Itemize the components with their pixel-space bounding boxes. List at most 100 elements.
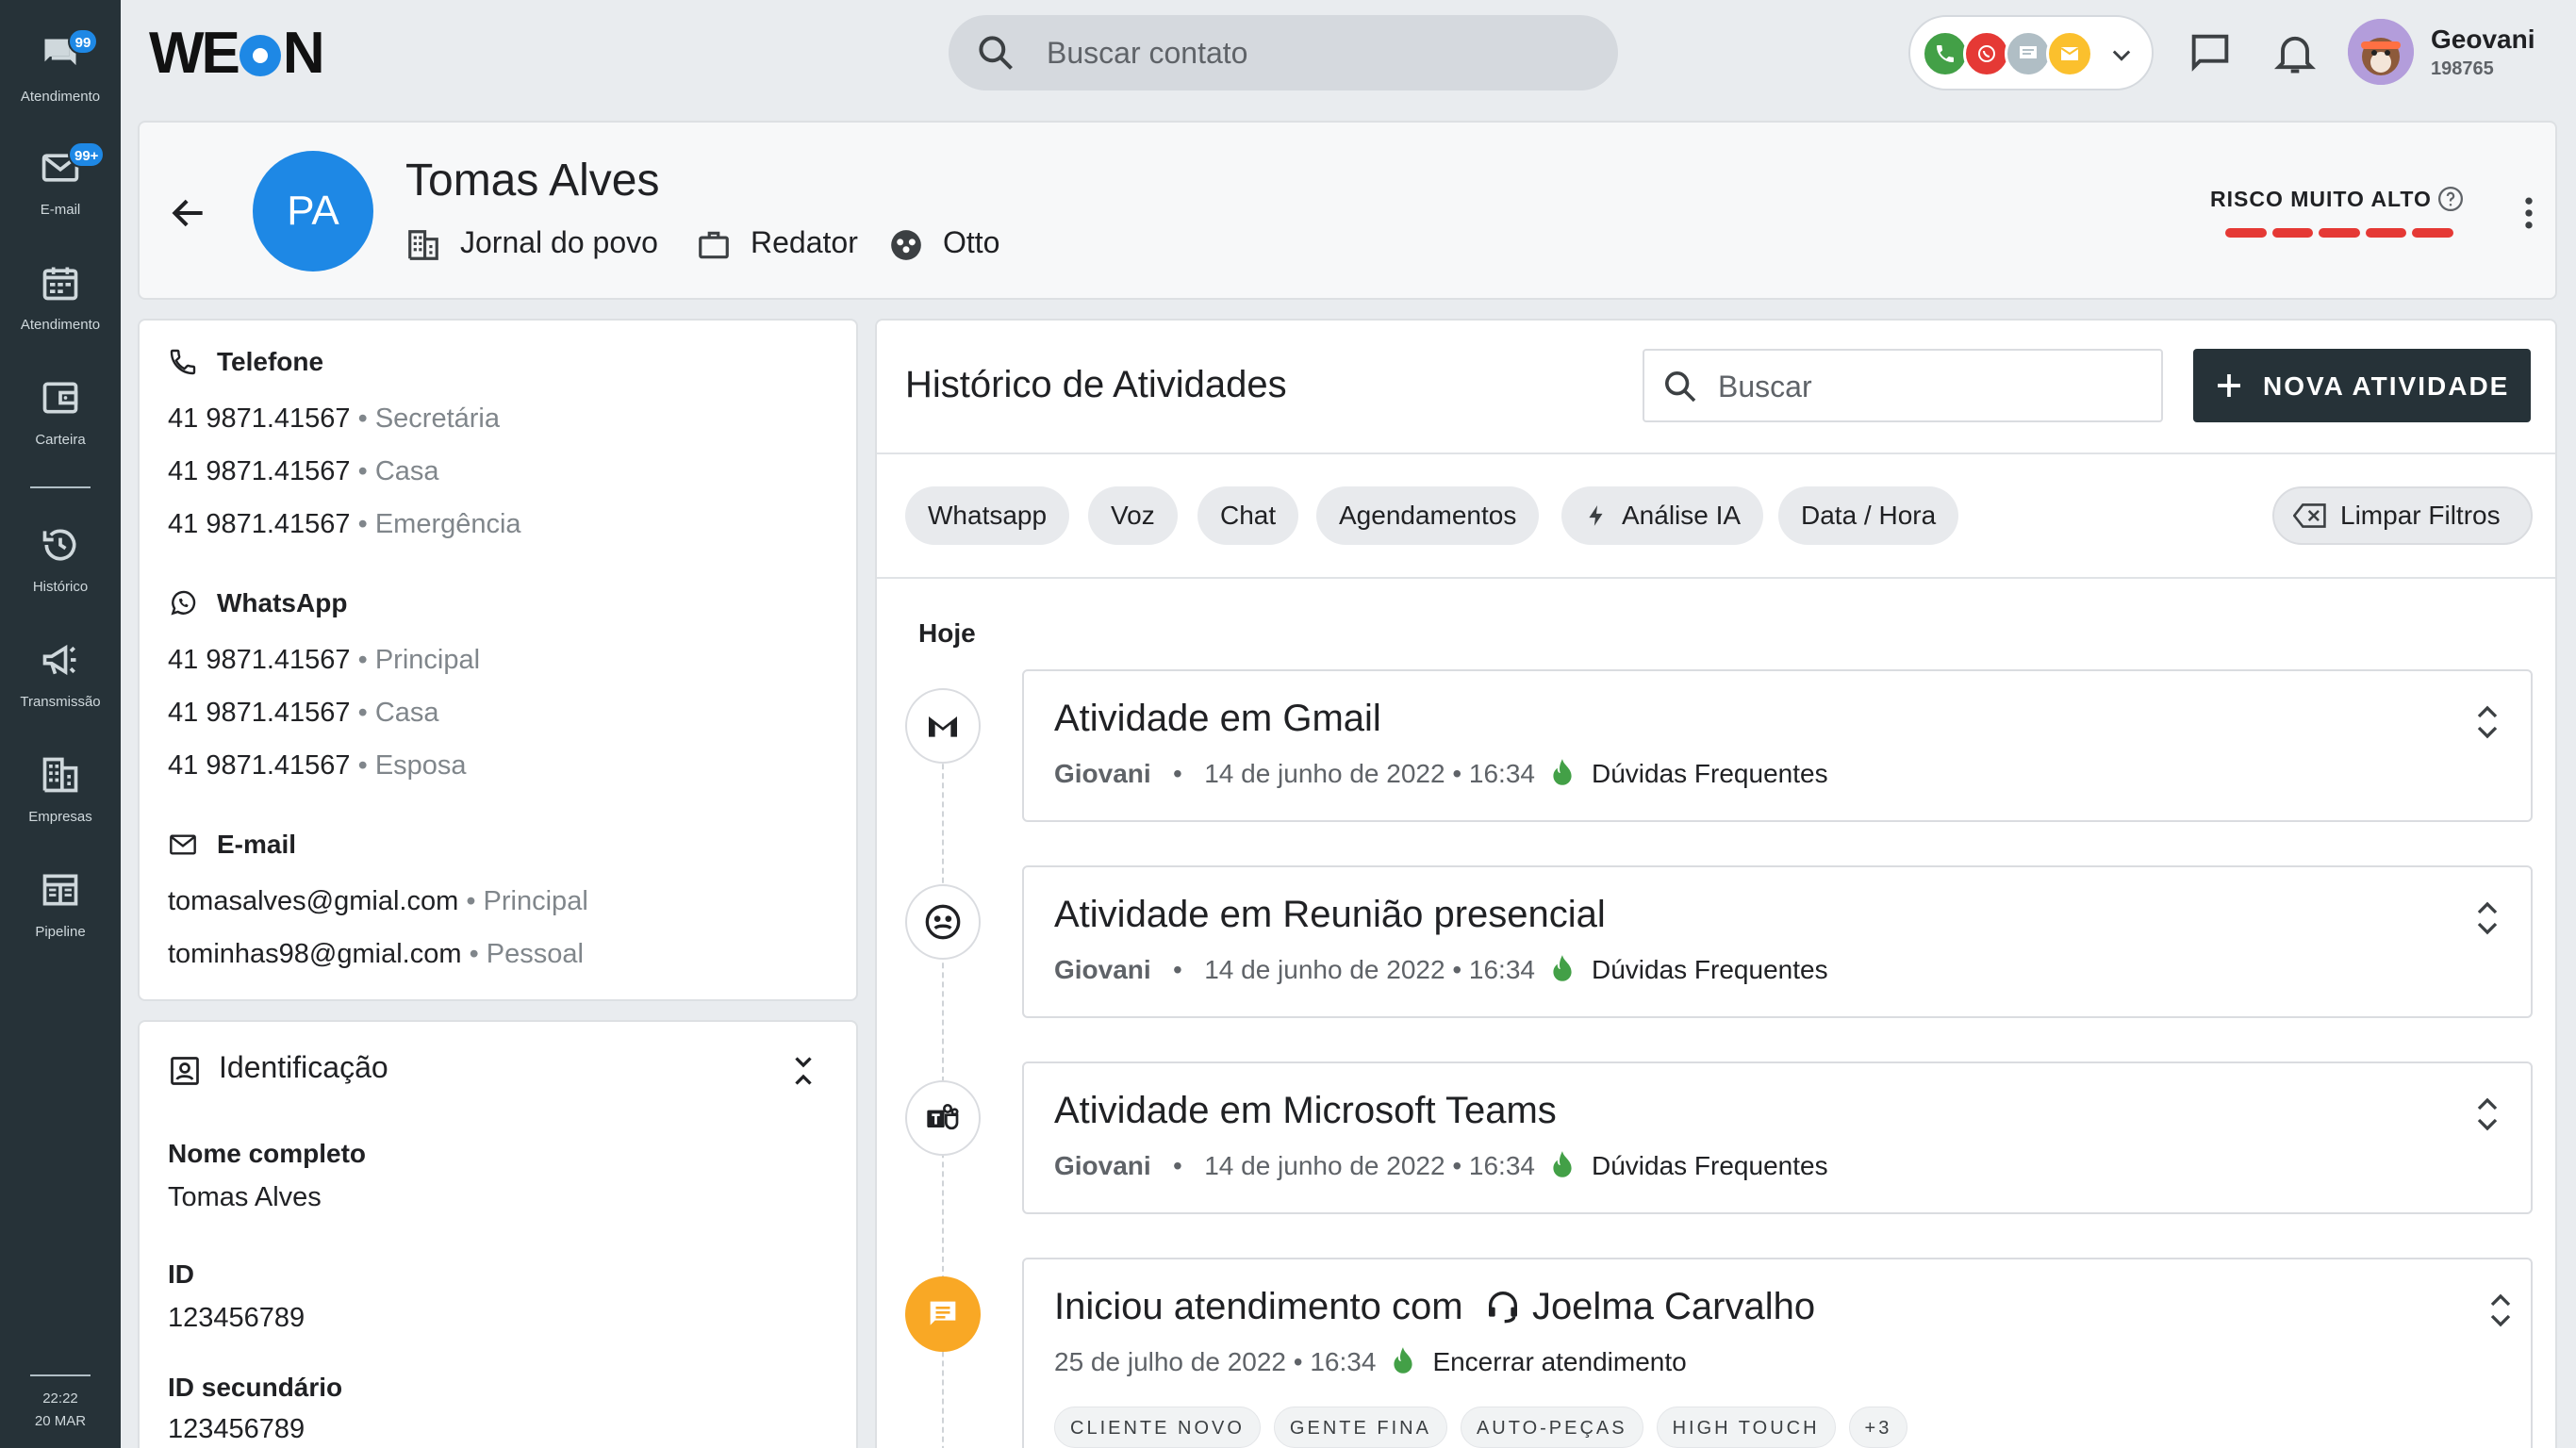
separator-dot: • (350, 698, 375, 728)
sidebar-item-agenda[interactable]: Atendimento (0, 256, 121, 360)
whatsapp-number: 41 9871.41567 (168, 645, 351, 675)
sidebar-item-pipeline[interactable]: Pipeline (0, 864, 121, 967)
activity-tag: Encerrar atendimento (1432, 1347, 1687, 1376)
new-activity-button[interactable]: NOVA ATIVIDADE (2193, 349, 2531, 422)
tag-badge[interactable]: CLIENTE NOVO (1054, 1407, 1261, 1448)
tag-badge[interactable]: HIGH TOUCH (1656, 1407, 1836, 1448)
filter-chip-analise-ia[interactable]: Análise IA (1561, 486, 1764, 545)
risk-segment (2319, 228, 2360, 238)
filter-chip-agendamentos[interactable]: Agendamentos (1316, 486, 1540, 545)
activity-card[interactable]: Atividade em Reunião presencial Giovani … (1022, 865, 2533, 1018)
whatsapp-type: Esposa (374, 750, 467, 781)
email-type: Pessoal (486, 939, 584, 969)
email-row[interactable]: tomasalves@gmial.com • Principal (168, 886, 588, 917)
expand-icon[interactable] (2470, 1094, 2504, 1135)
activity-meta: 25 de julho de 2022 • 16:34 Encerrar aten… (1054, 1346, 1687, 1377)
sidebar-item-email[interactable]: 99+ E-mail (0, 141, 121, 245)
phone-icon (170, 349, 196, 375)
messages-icon[interactable] (2186, 28, 2235, 77)
identification-title[interactable]: Identificação (168, 1050, 545, 1092)
separator-dot: • (350, 509, 375, 539)
message-icon (905, 1276, 981, 1352)
field-value: Tomas Alves (168, 1182, 322, 1212)
sidebar-item-carteira[interactable]: Carteira (0, 371, 121, 475)
expand-icon[interactable] (2470, 897, 2504, 939)
email-channel-icon (2046, 30, 2093, 77)
back-arrow-icon[interactable] (168, 192, 209, 234)
filter-chip-whatsapp[interactable]: Whatsapp (905, 486, 1070, 545)
channel-status-selector[interactable] (1908, 15, 2154, 90)
filter-chip-voz[interactable]: Voz (1088, 486, 1178, 545)
search-icon (1665, 371, 1696, 403)
chevron-down-icon (2112, 50, 2131, 61)
risk-label: RISCO MUITO ALTO (2210, 187, 2432, 211)
calendar-icon (42, 267, 78, 301)
plus-icon (2218, 374, 2240, 397)
mail-icon (170, 834, 196, 855)
tag-badge[interactable]: AUTO-PEÇAS (1460, 1407, 1643, 1448)
section-title-text: Identificação (219, 1050, 388, 1084)
sidebar-item-transmissao[interactable]: Transmissão (0, 634, 121, 737)
pipeline-icon (42, 874, 78, 906)
activity-tag: Dúvidas Frequentes (1591, 955, 1828, 984)
phone-number: 41 9871.41567 (168, 456, 351, 486)
activity-meta: Giovani • 14 de junho de 2022 • 16:34 Dúv… (1054, 758, 1828, 789)
activity-date: 14 de junho de 2022 • 16:34 (1204, 1151, 1535, 1180)
chip-label: Análise IA (1622, 501, 1742, 530)
phone-type: Secretária (374, 403, 500, 434)
bell-icon[interactable] (2271, 28, 2320, 77)
email-address: tomasalves@gmial.com (168, 886, 459, 916)
activity-search-input[interactable]: Buscar (1643, 349, 2163, 422)
activity-card[interactable]: Atividade em Gmail Giovani • 14 de junho… (1022, 669, 2533, 822)
email-section-title: E-mail (168, 826, 545, 864)
phone-row[interactable]: 41 9871.41567 • Casa (168, 456, 439, 487)
megaphone-icon (42, 644, 76, 676)
user-avatar[interactable] (2348, 19, 2414, 85)
clock: 22:22 20 MAR (0, 1388, 121, 1433)
separator-dot: • (350, 645, 375, 675)
phone-row[interactable]: 41 9871.41567 • Secretária (168, 403, 500, 435)
separator-dot: • (350, 750, 375, 781)
sidebar-item-label: Atendimento (20, 89, 101, 105)
gmail-icon (905, 688, 981, 764)
activity-card[interactable]: Iniciou atendimento com Joelma Carvalho … (1022, 1258, 2533, 1448)
risk-level-bar (2225, 228, 2453, 238)
sidebar-item-historico[interactable]: Histórico (0, 518, 121, 622)
email-row[interactable]: tominhas98@gmial.com • Pessoal (168, 939, 584, 970)
clock-date: 20 MAR (34, 1413, 87, 1429)
whatsapp-row[interactable]: 41 9871.41567 • Esposa (168, 750, 467, 782)
sidebar-item-empresas[interactable]: Empresas (0, 749, 121, 852)
sidebar-item-label: Histórico (32, 579, 89, 595)
whatsapp-number: 41 9871.41567 (168, 750, 351, 781)
filter-chip-data-hora[interactable]: Data / Hora (1778, 486, 1959, 545)
activity-tag: Dúvidas Frequentes (1591, 1151, 1828, 1180)
risk-segment (2365, 228, 2407, 238)
whatsapp-channel-icon (1963, 30, 2010, 77)
sidebar: 99 Atendimento 99+ E-mail Atendimento Ca… (0, 0, 121, 1448)
expand-icon[interactable] (2484, 1290, 2518, 1331)
activity-card[interactable]: Atividade em Microsoft Teams Giovani • 1… (1022, 1061, 2533, 1214)
risk-segment (2271, 228, 2314, 238)
sidebar-item-atendimento[interactable]: 99 Atendimento (0, 28, 121, 132)
phone-row[interactable]: 41 9871.41567 • Emergência (168, 509, 521, 540)
filter-chip-chat[interactable]: Chat (1197, 486, 1299, 545)
tag-badge[interactable]: GENTE FINA (1273, 1407, 1447, 1448)
whatsapp-number: 41 9871.41567 (168, 698, 351, 728)
whatsapp-row[interactable]: 41 9871.41567 • Casa (168, 698, 439, 729)
contact-search[interactable]: Buscar contato (949, 15, 1618, 90)
help-icon[interactable] (2436, 185, 2465, 213)
expand-icon[interactable] (2470, 701, 2504, 743)
separator-dot: • (1173, 1151, 1182, 1180)
separator-dot: • (458, 886, 484, 916)
field-label: ID secundário (168, 1373, 343, 1402)
more-tags-badge[interactable]: +3 (1848, 1407, 1908, 1448)
collapse-icon[interactable] (786, 1054, 820, 1088)
user-name: Geovani (2431, 25, 2535, 54)
whatsapp-row[interactable]: 41 9871.41567 • Principal (168, 645, 480, 676)
more-vert-icon[interactable] (2508, 192, 2550, 234)
sidebar-item-label: Transmissão (20, 694, 101, 710)
clear-filters-button[interactable]: Limpar Filtros (2272, 486, 2533, 545)
phone-number: 41 9871.41567 (168, 403, 351, 434)
contact-company[interactable]: Jornal do povo (405, 219, 726, 266)
whatsapp-type: Casa (374, 698, 439, 728)
